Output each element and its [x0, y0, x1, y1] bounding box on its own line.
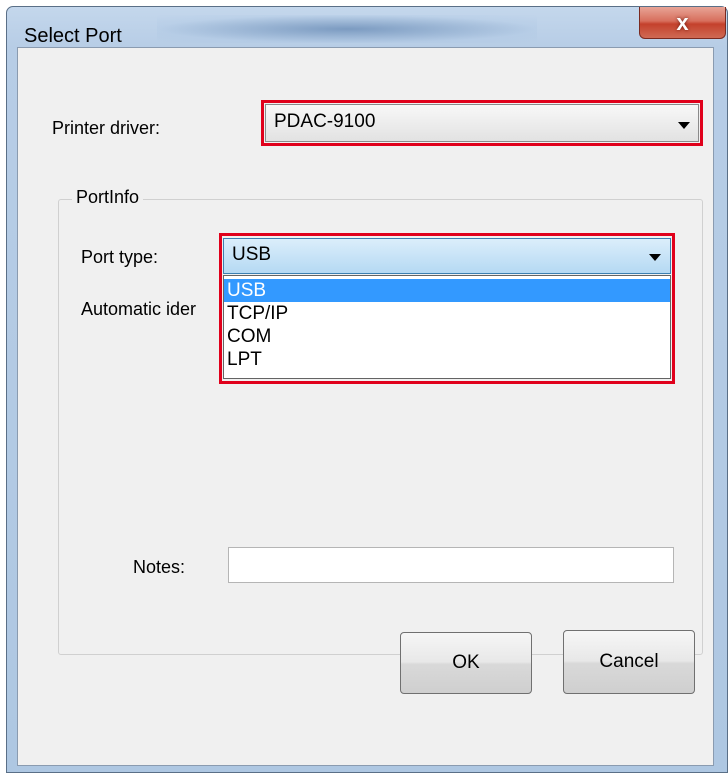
- select-port-dialog: Select Port x Printer driver: PDAC-9100 …: [6, 6, 728, 773]
- title-bar[interactable]: Select Port x: [7, 7, 727, 47]
- window-title: Select Port: [24, 25, 122, 47]
- notes-field[interactable]: [228, 547, 674, 583]
- cancel-button[interactable]: Cancel: [563, 630, 695, 694]
- printer-driver-highlight: [261, 100, 703, 146]
- close-icon: x: [676, 9, 689, 35]
- ok-button[interactable]: OK: [400, 632, 532, 694]
- notes-label: Notes:: [133, 557, 186, 577]
- printer-driver-label: Printer driver:: [52, 118, 161, 138]
- automatic-identify-label: Automatic ider: [81, 299, 197, 319]
- close-button[interactable]: x: [639, 7, 726, 39]
- dialog-client-area: Printer driver: PDAC-9100 PortInfo Port …: [17, 47, 714, 766]
- port-type-label: Port type:: [81, 247, 159, 267]
- port-type-highlight: [219, 233, 675, 384]
- port-info-title: PortInfo: [72, 187, 144, 208]
- title-bar-glass: [157, 15, 537, 43]
